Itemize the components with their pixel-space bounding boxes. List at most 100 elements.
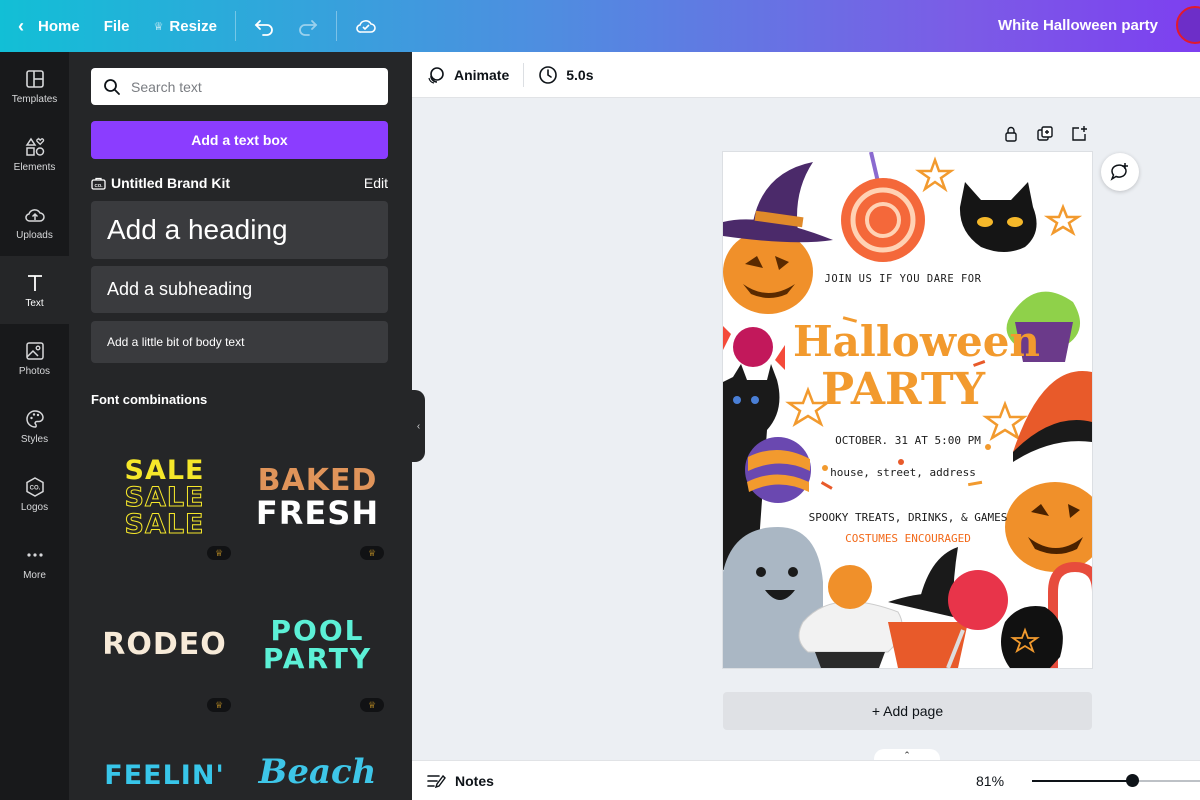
brand-kit-edit-link[interactable]: Edit [364, 175, 388, 191]
file-label: File [103, 17, 130, 35]
rail-label: Elements [13, 161, 56, 173]
palette-icon [25, 409, 44, 428]
cloud-check-icon [356, 20, 376, 33]
poster-treats-text[interactable]: SPOOKY TREATS, DRINKS, & GAMES [793, 511, 1023, 524]
svg-text:CO.: CO. [94, 183, 102, 188]
rail-item-styles[interactable]: Styles [0, 392, 69, 460]
document-title[interactable]: White Halloween party [998, 0, 1158, 52]
premium-crown-badge: ♕ [360, 698, 384, 712]
undo-button[interactable] [242, 0, 286, 52]
clock-icon [539, 65, 558, 84]
rail-item-uploads[interactable]: Uploads [0, 188, 69, 256]
poster-halloween-title[interactable]: Halloween [793, 317, 1040, 366]
rail-item-text[interactable]: Text [0, 256, 69, 324]
collapse-panel-handle[interactable]: ‹ [412, 390, 425, 462]
font-combo-pool-party[interactable]: POOL PARTY [247, 592, 388, 697]
add-page-button[interactable]: + Add page [723, 692, 1092, 730]
duplicate-page-icon[interactable] [1035, 124, 1055, 144]
premium-crown-badge: ♕ [207, 698, 231, 712]
rail-label: More [23, 569, 46, 581]
poster-address-text[interactable]: house, street, address [818, 466, 988, 479]
zoom-slider-thumb[interactable] [1126, 774, 1139, 787]
rail-label: Text [25, 297, 44, 309]
comment-button[interactable] [1101, 153, 1139, 191]
search-input[interactable] [131, 78, 371, 95]
notes-icon [427, 774, 446, 788]
brand-kit-icon: CO. [91, 177, 106, 190]
home-button[interactable]: ‹ Home [0, 0, 92, 52]
logo-icon: CO. [25, 476, 44, 497]
zoom-percentage[interactable]: 81% [976, 773, 1004, 789]
combo-pool-text: POOL [270, 613, 365, 647]
search-box [91, 68, 388, 105]
combo-fresh-text: FRESH [255, 494, 380, 532]
zoom-slider[interactable] [1032, 774, 1200, 787]
avatar[interactable] [1176, 6, 1200, 44]
duration-button[interactable]: 5.0s [524, 65, 607, 85]
rail-item-elements[interactable]: Elements [0, 120, 69, 188]
comment-add-icon [1110, 163, 1128, 181]
bottom-bar: Notes 81% [412, 760, 1200, 800]
resize-button[interactable]: ♕ Resize [142, 0, 229, 52]
rail-label: Uploads [16, 229, 53, 241]
redo-button[interactable] [286, 0, 330, 52]
poster-costumes-text[interactable]: COSTUMES ENCOURAGED [818, 532, 998, 545]
lock-icon[interactable] [1001, 124, 1021, 144]
rail-item-logos[interactable]: CO. Logos [0, 460, 69, 528]
templates-icon [25, 69, 44, 88]
rail-item-more[interactable]: More [0, 528, 69, 596]
rail-label: Templates [11, 93, 58, 105]
combo-party-text: PARTY [262, 641, 373, 675]
elements-icon [25, 136, 44, 156]
notes-button[interactable]: Notes [426, 772, 494, 790]
combo-feelin-text: FEELIN' [104, 760, 225, 791]
crown-icon: ♕ [153, 20, 164, 33]
photo-icon [25, 341, 44, 360]
redo-icon [299, 20, 318, 36]
font-combo-baked-fresh[interactable]: BAKED FRESH [247, 442, 388, 552]
svg-text:CO.: CO. [29, 485, 40, 491]
text-panel: Add a text box CO. Untitled Brand Kit Ed… [69, 52, 412, 800]
add-page-icon[interactable] [1069, 124, 1089, 144]
combo-sale-line: SALE [124, 508, 205, 540]
cloud-save-button[interactable] [343, 0, 389, 52]
rail-item-photos[interactable]: Photos [0, 324, 69, 392]
add-body-text-button[interactable]: Add a little bit of body text [91, 321, 388, 363]
undo-icon [254, 20, 273, 36]
text-t-icon [27, 274, 42, 291]
add-text-box-button[interactable]: Add a text box [91, 121, 388, 159]
zoom-slider-fill [1032, 780, 1132, 782]
side-rail: Templates Elements Uploads Text Photos S… [0, 52, 69, 800]
font-combo-rodeo[interactable]: RODEO [91, 592, 238, 697]
add-heading-button[interactable]: Add a heading [91, 201, 388, 259]
font-combo-feelin[interactable]: FEELIN' [91, 760, 238, 800]
more-dots-icon [26, 552, 43, 557]
notes-label: Notes [455, 772, 494, 789]
brand-kit-row: CO. Untitled Brand Kit Edit [91, 173, 388, 193]
design-page[interactable]: JOIN US IF YOU DARE FOR Halloween PARTY … [723, 152, 1092, 668]
rail-item-templates[interactable]: Templates [0, 52, 69, 120]
poster-party-title[interactable]: PARTY [818, 364, 988, 415]
font-combo-beach[interactable]: Beach [247, 752, 388, 800]
home-label: Home [38, 17, 80, 35]
file-menu-button[interactable]: File [92, 0, 142, 52]
chevron-left-icon: ‹ [18, 15, 24, 36]
combo-baked-text: BAKED [257, 463, 378, 498]
combo-sale-line: SALE [124, 454, 205, 486]
add-subheading-button[interactable]: Add a subheading [91, 266, 388, 313]
resize-label: Resize [169, 17, 217, 35]
combo-sale-line: SALE [124, 481, 205, 513]
brand-kit-name: Untitled Brand Kit [111, 175, 230, 191]
poster-date-text[interactable]: OCTOBER. 31 AT 5:00 PM [813, 434, 1003, 447]
premium-crown-badge: ♕ [207, 546, 231, 560]
font-combinations-title: Font combinations [91, 392, 208, 407]
combo-rodeo-text: RODEO [102, 627, 227, 662]
heading-label: Add a heading [107, 214, 288, 245]
animate-label: Animate [454, 66, 510, 83]
font-combo-sale[interactable]: SALE SALE SALE [91, 442, 238, 552]
animate-button[interactable]: Animate [412, 65, 523, 85]
duration-label: 5.0s [566, 66, 594, 83]
rail-label: Logos [20, 501, 49, 513]
poster-join-text[interactable]: JOIN US IF YOU DARE FOR [818, 273, 988, 285]
body-text-label: Add a little bit of body text [107, 335, 245, 349]
